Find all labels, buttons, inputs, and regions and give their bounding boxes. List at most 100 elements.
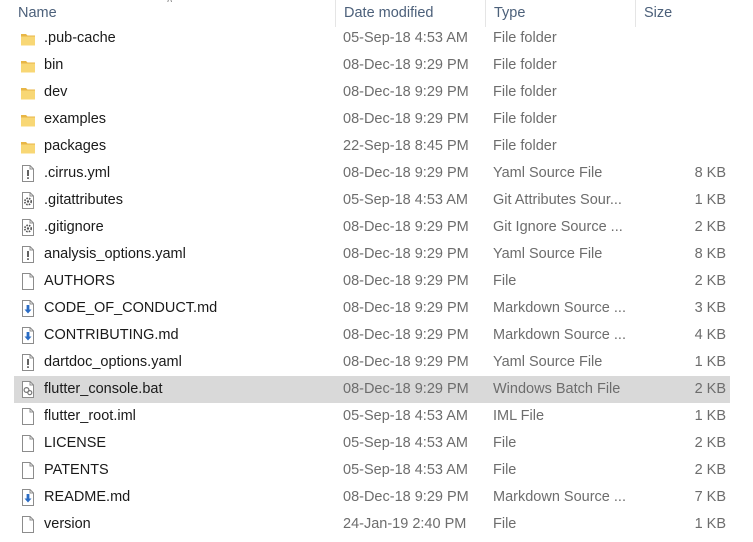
file-date-modified: 08-Dec-18 9:29 PM (343, 219, 469, 235)
file-name: flutter_root.iml (44, 408, 136, 424)
column-header-name[interactable]: Name (10, 0, 336, 27)
file-size: 2 KB (694, 219, 726, 235)
blank-file-icon (20, 461, 36, 480)
blank-file-icon (20, 515, 36, 534)
file-name: analysis_options.yaml (44, 246, 186, 262)
file-date-modified: 08-Dec-18 9:29 PM (343, 300, 469, 316)
file-size: 8 KB (694, 246, 726, 262)
file-type: Markdown Source ... (493, 300, 626, 316)
file-row[interactable]: flutter_console.bat 08-Dec-18 9:29 PM Wind… (14, 376, 730, 403)
file-size: 1 KB (694, 354, 726, 370)
config-file-icon (20, 218, 36, 237)
file-date-modified: 08-Dec-18 9:29 PM (343, 111, 469, 127)
file-date-modified: 05-Sep-18 4:53 AM (343, 462, 468, 478)
file-row[interactable]: .pub-cache 05-Sep-18 4:53 AM File folder (14, 25, 730, 52)
file-type: Yaml Source File (493, 165, 603, 181)
file-size (640, 25, 726, 52)
file-row[interactable]: CONTRIBUTING.md 08-Dec-18 9:29 PM Markdown… (14, 322, 730, 349)
file-size (640, 106, 726, 133)
file-row[interactable]: AUTHORS 08-Dec-18 9:29 PM File 2 KB (14, 268, 730, 295)
file-size: 2 KB (694, 462, 726, 478)
file-row[interactable]: .gitattributes 05-Sep-18 4:53 AM Git Attri… (14, 187, 730, 214)
file-explorer: ∧ Name Date modified Type Size .pub-cach… (0, 0, 753, 542)
file-name: PATENTS (44, 462, 109, 478)
file-size: 1 KB (694, 516, 726, 532)
yaml-file-icon (20, 164, 36, 183)
blank-file-icon (20, 434, 36, 453)
file-date-modified: 05-Sep-18 4:53 AM (343, 435, 468, 451)
file-name: dartdoc_options.yaml (44, 354, 182, 370)
file-size: 1 KB (694, 408, 726, 424)
file-date-modified: 24-Jan-19 2:40 PM (343, 516, 467, 532)
file-row[interactable]: version 24-Jan-19 2:40 PM File 1 KB (14, 511, 730, 538)
file-name: .gitignore (44, 219, 104, 235)
file-type: IML File (493, 408, 545, 424)
folder-icon (20, 137, 36, 156)
file-type: File folder (493, 57, 557, 73)
file-type: Yaml Source File (493, 246, 603, 262)
file-size: 8 KB (694, 165, 726, 181)
file-type: File (493, 273, 517, 289)
file-date-modified: 05-Sep-18 4:53 AM (343, 192, 468, 208)
file-name: LICENSE (44, 435, 107, 451)
file-name: bin (44, 57, 64, 73)
file-type: File (493, 462, 517, 478)
file-date-modified: 08-Dec-18 9:29 PM (343, 84, 469, 100)
folder-icon (20, 56, 36, 75)
file-row[interactable]: dartdoc_options.yaml 08-Dec-18 9:29 PM Yam… (14, 349, 730, 376)
file-name: CODE_OF_CONDUCT.md (44, 300, 218, 316)
file-type: Markdown Source ... (493, 327, 626, 343)
file-row[interactable]: PATENTS 05-Sep-18 4:53 AM File 2 KB (14, 457, 730, 484)
config-file-icon (20, 191, 36, 210)
blank-file-icon (20, 407, 36, 426)
file-date-modified: 08-Dec-18 9:29 PM (343, 489, 469, 505)
file-row[interactable]: .cirrus.yml 08-Dec-18 9:29 PM Yaml Source … (14, 160, 730, 187)
file-row[interactable]: examples 08-Dec-18 9:29 PM File folder (14, 106, 730, 133)
column-header-date-modified[interactable]: Date modified (336, 0, 486, 27)
file-row[interactable]: CODE_OF_CONDUCT.md 08-Dec-18 9:29 PM Markd… (14, 295, 730, 322)
markdown-file-icon (20, 299, 36, 318)
column-header-bar: ∧ Name Date modified Type Size (0, 0, 753, 27)
file-name: flutter_console.bat (44, 381, 163, 397)
file-row[interactable]: packages 22-Sep-18 8:45 PM File folder (14, 133, 730, 160)
file-type: File folder (493, 111, 557, 127)
file-size (640, 52, 726, 79)
file-name: README.md (44, 489, 131, 505)
file-row[interactable]: dev 08-Dec-18 9:29 PM File folder (14, 79, 730, 106)
file-size (640, 133, 726, 160)
file-name: dev (44, 84, 68, 100)
file-size: 2 KB (694, 273, 726, 289)
file-type: Git Attributes Sour... (493, 192, 622, 208)
file-row[interactable]: analysis_options.yaml 08-Dec-18 9:29 PM Ya… (14, 241, 730, 268)
file-row[interactable]: LICENSE 05-Sep-18 4:53 AM File 2 KB (14, 430, 730, 457)
file-type: File folder (493, 84, 557, 100)
file-name: packages (44, 138, 107, 154)
column-header-type[interactable]: Type (486, 0, 636, 27)
file-date-modified: 08-Dec-18 9:29 PM (343, 327, 469, 343)
file-row[interactable]: bin 08-Dec-18 9:29 PM File folder (14, 52, 730, 79)
file-date-modified: 22-Sep-18 8:45 PM (343, 138, 469, 154)
file-type: Git Ignore Source ... (493, 219, 623, 235)
folder-icon (20, 83, 36, 102)
file-size: 3 KB (694, 300, 726, 316)
column-header-size[interactable]: Size (636, 0, 746, 27)
file-date-modified: 05-Sep-18 4:53 AM (343, 408, 468, 424)
file-size: 7 KB (694, 489, 726, 505)
file-name: .pub-cache (44, 30, 116, 46)
file-name: examples (44, 111, 107, 127)
file-type: File folder (493, 138, 557, 154)
file-type: File folder (493, 30, 557, 46)
file-date-modified: 08-Dec-18 9:29 PM (343, 354, 469, 370)
file-type: Windows Batch File (493, 381, 621, 397)
yaml-file-icon (20, 353, 36, 372)
file-date-modified: 05-Sep-18 4:53 AM (343, 30, 468, 46)
file-type: File (493, 516, 517, 532)
file-row[interactable]: README.md 08-Dec-18 9:29 PM Markdown Sourc… (14, 484, 730, 511)
file-type: Yaml Source File (493, 354, 603, 370)
file-name: AUTHORS (44, 273, 115, 289)
file-row[interactable]: flutter_root.iml 05-Sep-18 4:53 AM IML Fil… (14, 403, 730, 430)
folder-icon (20, 29, 36, 48)
file-row[interactable]: .gitignore 08-Dec-18 9:29 PM Git Ignore So… (14, 214, 730, 241)
file-date-modified: 08-Dec-18 9:29 PM (343, 273, 469, 289)
folder-icon (20, 110, 36, 129)
